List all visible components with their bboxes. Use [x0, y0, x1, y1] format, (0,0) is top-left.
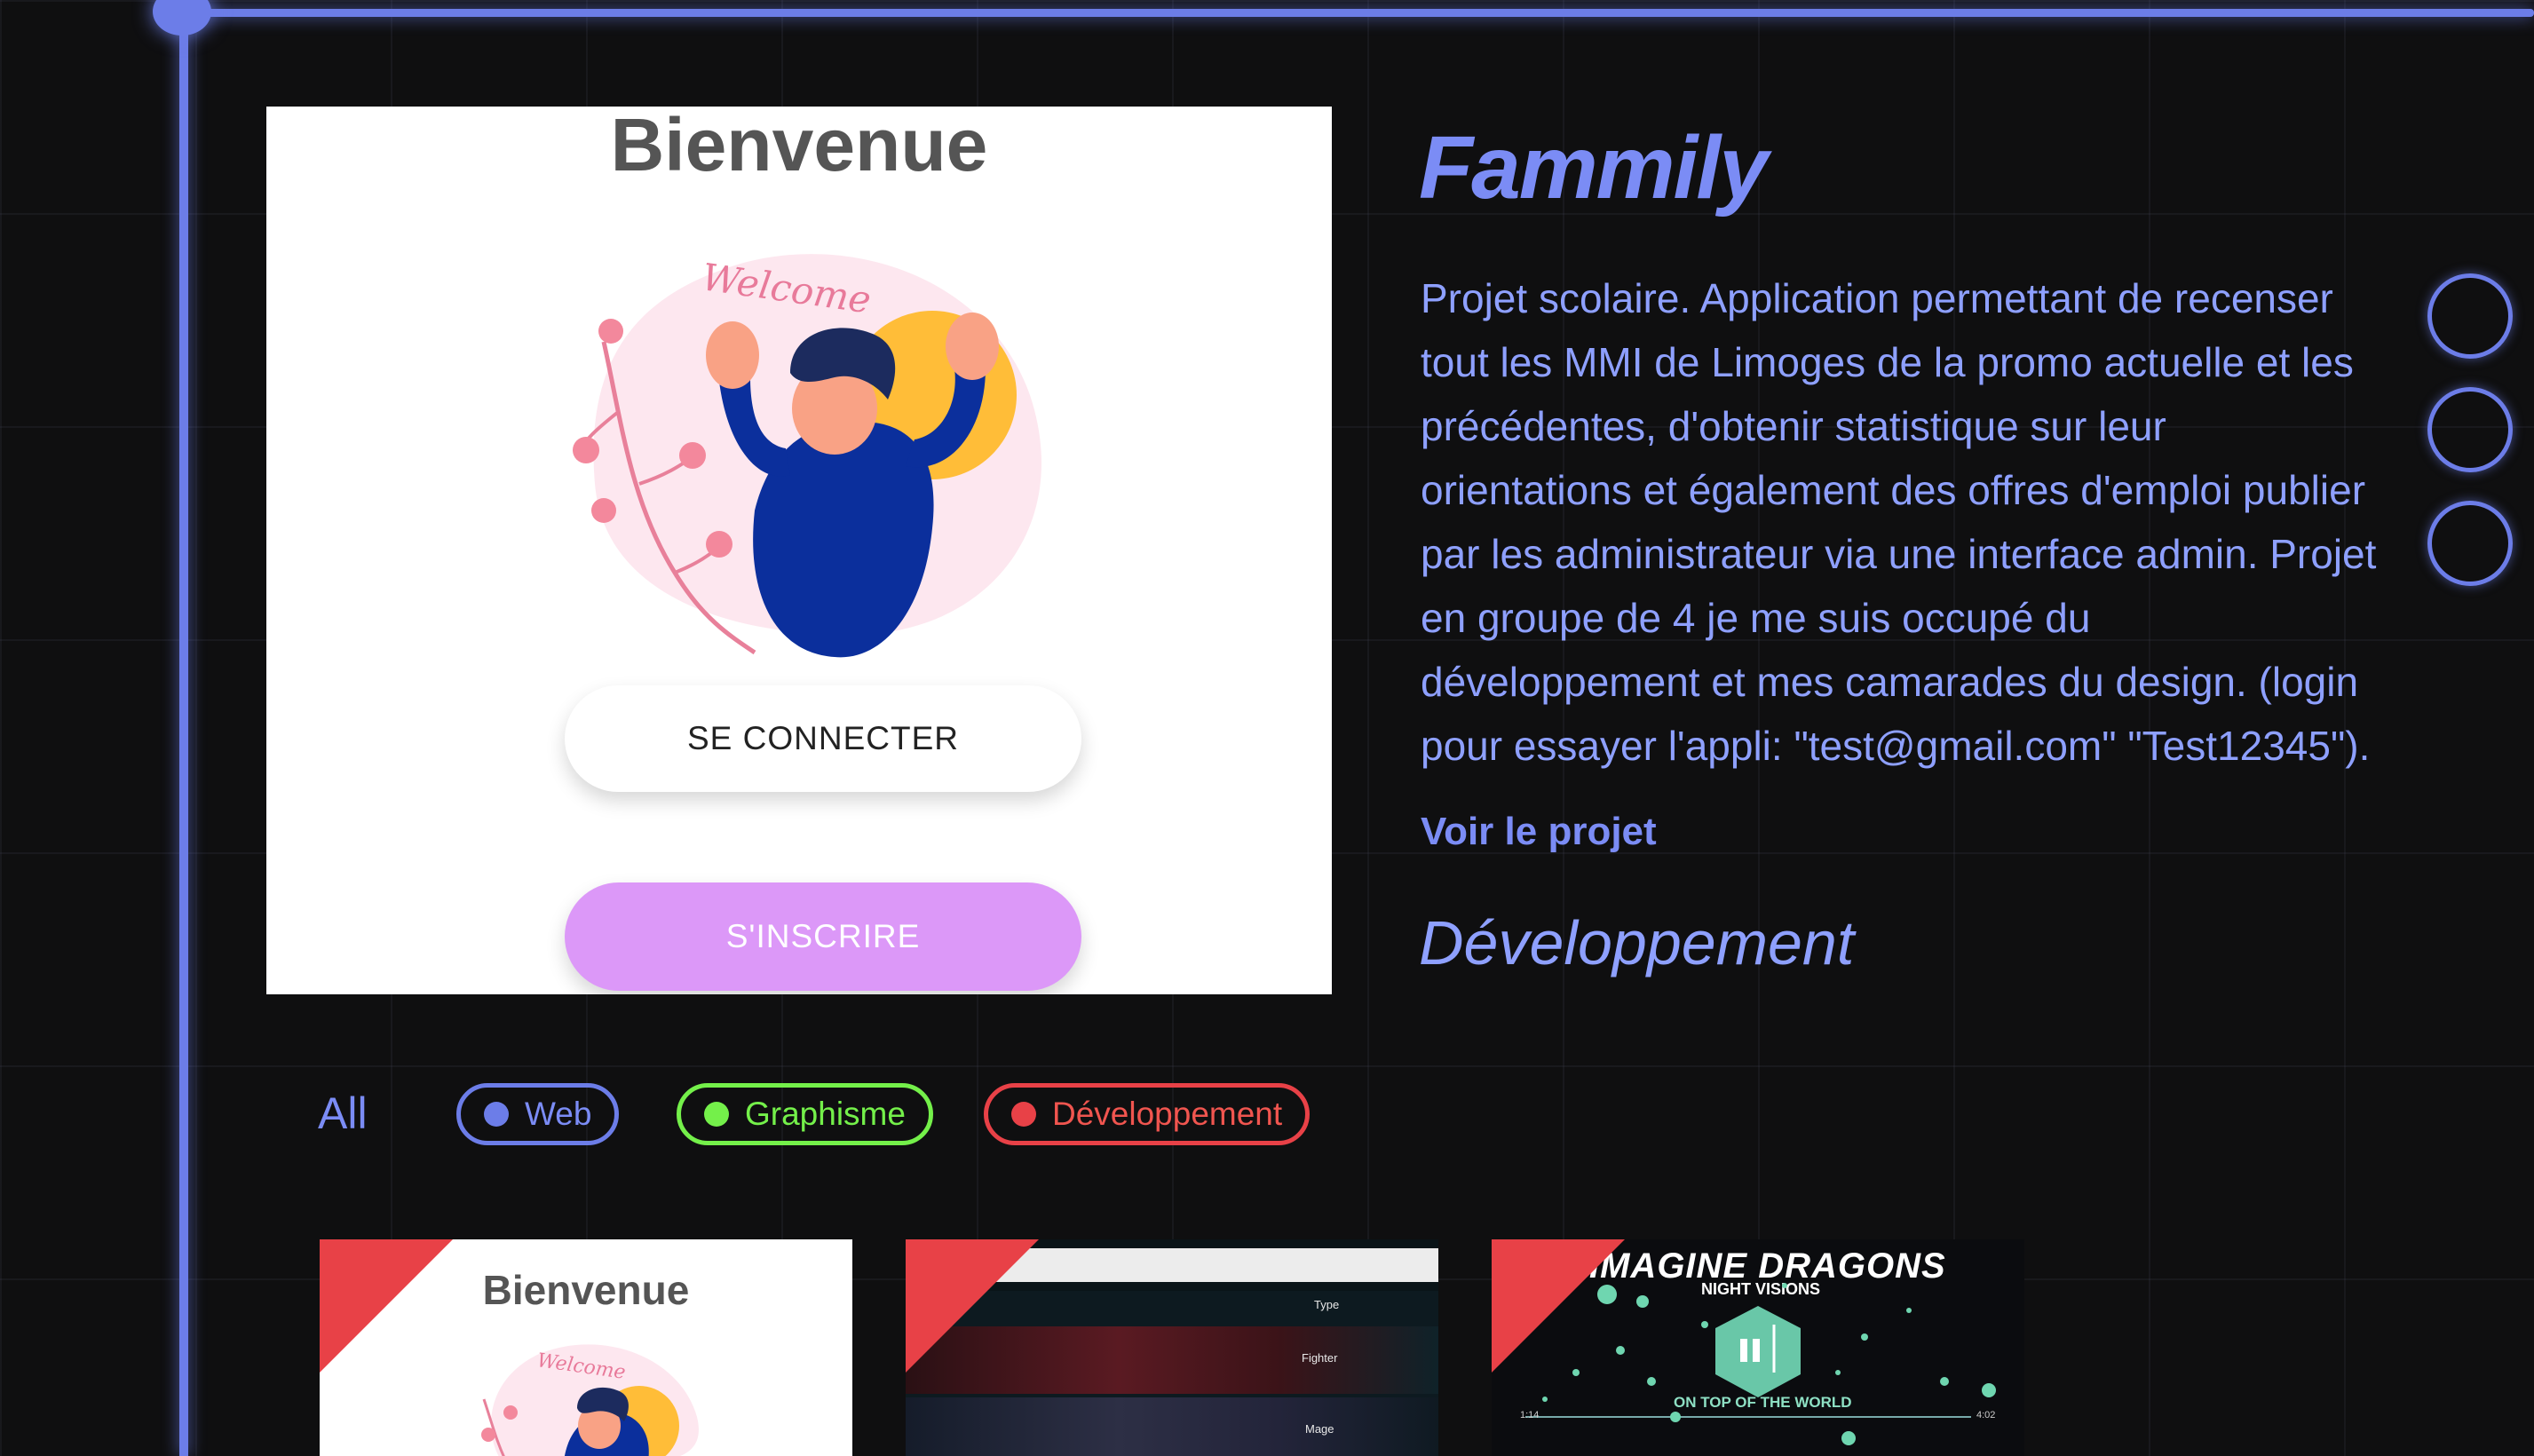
project-description: Projet scolaire. Application permettant …: [1421, 275, 2377, 769]
nav-dot-3[interactable]: [2427, 501, 2513, 586]
project-category: Développement: [1419, 908, 1855, 977]
welcome-illustration-small: Welcome: [481, 1344, 699, 1456]
filter-developpement-label: Développement: [1052, 1096, 1283, 1132]
filter-web[interactable]: Web: [456, 1083, 620, 1145]
filter-developpement[interactable]: Développement: [984, 1083, 1311, 1145]
project-preview-image[interactable]: Bienvenue Welcome SE CONNECTER S'INSCRIR…: [266, 107, 1332, 994]
signup-button[interactable]: S'INSCRIRE: [565, 882, 1081, 991]
filter-all[interactable]: All: [318, 1088, 368, 1139]
time-total: 4:02: [1976, 1410, 1996, 1420]
filter-graphisme-label: Graphisme: [745, 1096, 906, 1132]
preview-title: Bienvenue: [610, 107, 988, 186]
game-type-label: Type: [1314, 1298, 1340, 1311]
graphisme-dot-icon: [704, 1102, 729, 1127]
filter-graphisme[interactable]: Graphisme: [677, 1083, 933, 1145]
developpement-dot-icon: [1011, 1102, 1036, 1127]
game-fighter-label: Fighter: [1302, 1351, 1338, 1365]
category-corner-badge: [906, 1239, 1039, 1373]
category-corner-badge: [1492, 1239, 1625, 1373]
nav-dot-2[interactable]: [2427, 387, 2513, 472]
project-thumbnail-music-player[interactable]: IMAGINE DRAGONS NIGHT VISIONS ON TOP OF …: [1492, 1239, 2024, 1456]
time-elapsed: 1:14: [1520, 1410, 1540, 1420]
welcome-illustration: Welcome: [573, 254, 1042, 658]
login-button[interactable]: SE CONNECTER: [565, 685, 1081, 792]
project-thumbnail-game[interactable]: Type Fighter Mage: [906, 1239, 1438, 1456]
project-thumbnail-fammily[interactable]: Bienvenue Welcome: [320, 1239, 852, 1456]
category-corner-badge: [320, 1239, 453, 1373]
web-dot-icon: [484, 1102, 509, 1127]
nav-dot-1[interactable]: [2427, 273, 2513, 359]
view-project-link[interactable]: Voir le projet: [1421, 810, 1657, 854]
timeline-vertical-line: [179, 9, 188, 1456]
filter-web-label: Web: [525, 1096, 592, 1132]
timeline-horizontal-line: [182, 9, 2534, 17]
song-title: ON TOP OF THE WORLD: [1674, 1394, 1852, 1411]
game-mage-label: Mage: [1305, 1422, 1334, 1436]
project-title: Fammily: [1419, 118, 1769, 218]
